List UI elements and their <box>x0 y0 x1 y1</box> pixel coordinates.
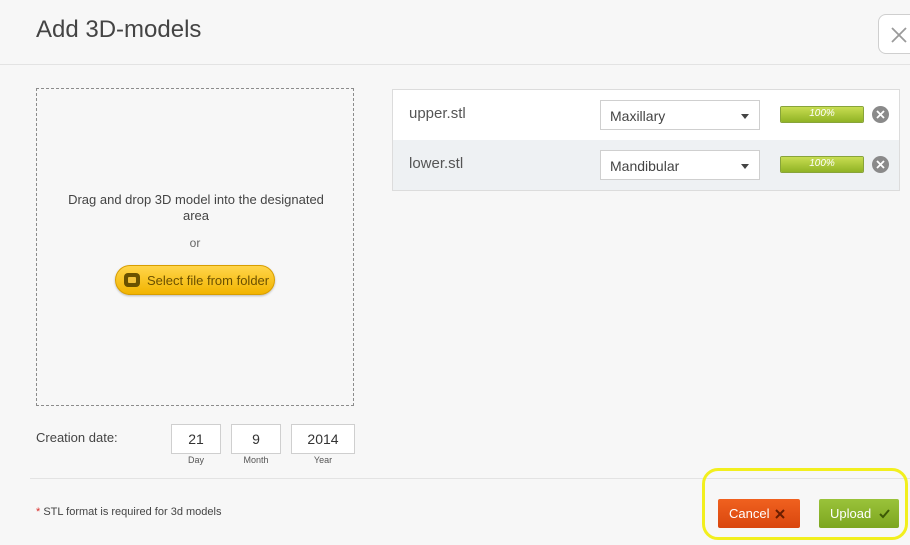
upload-button[interactable]: Upload <box>819 499 899 528</box>
day-input[interactable]: 21 <box>171 424 221 454</box>
month-caption: Month <box>243 455 269 465</box>
jaw-type-value: Mandibular <box>610 158 680 174</box>
jaw-type-value: Maxillary <box>610 108 666 124</box>
folder-icon <box>124 273 140 287</box>
jaw-type-select[interactable]: Maxillary <box>600 100 760 130</box>
year-caption: Year <box>313 455 333 465</box>
day-caption: Day <box>187 455 204 465</box>
or-separator: or <box>189 236 201 250</box>
drop-instruction: Drag and drop 3D model into the designat… <box>68 192 324 223</box>
uploaded-files-list: upper.stl Maxillary 100% lower.stl Mandi… <box>392 89 900 191</box>
remove-file-button[interactable] <box>872 106 889 123</box>
remove-file-button[interactable] <box>872 156 889 173</box>
chevron-down-icon <box>741 164 749 169</box>
cancel-label: Cancel <box>729 506 770 521</box>
dialog-title: Add 3D-models <box>36 16 202 43</box>
file-name: lower.stl <box>409 155 464 172</box>
checkmark-icon <box>879 509 890 519</box>
remove-circle-icon <box>876 160 885 169</box>
upload-progress-bar: 100% <box>780 156 864 173</box>
upload-progress-label: 100% <box>809 108 835 119</box>
format-note-text: STL format is required for 3d models <box>40 506 222 518</box>
file-name: upper.stl <box>409 105 466 122</box>
close-button[interactable] <box>878 14 910 54</box>
cancel-button[interactable]: Cancel <box>718 499 800 528</box>
format-requirement-note: * STL format is required for 3d models <box>36 506 221 518</box>
file-row: upper.stl Maxillary 100% <box>393 90 899 140</box>
upload-progress-bar: 100% <box>780 106 864 123</box>
x-icon <box>775 509 785 519</box>
jaw-type-select[interactable]: Mandibular <box>600 150 760 180</box>
upload-progress-label: 100% <box>809 158 835 169</box>
remove-circle-icon <box>876 110 885 119</box>
dialog-header: Add 3D-models <box>0 0 910 65</box>
select-file-button[interactable]: Select file from folder <box>115 265 275 295</box>
month-input[interactable]: 9 <box>231 424 281 454</box>
chevron-down-icon <box>741 114 749 119</box>
close-icon <box>891 27 907 43</box>
file-row: lower.stl Mandibular 100% <box>393 140 899 190</box>
creation-date-label: Creation date: <box>36 430 118 445</box>
file-drop-zone[interactable]: Drag and drop 3D model into the designat… <box>36 88 354 406</box>
year-input[interactable]: 2014 <box>291 424 355 454</box>
upload-label: Upload <box>830 506 872 521</box>
select-file-label: Select file from folder <box>147 273 270 288</box>
add-3d-models-dialog: Add 3D-models Drag and drop 3D model int… <box>0 0 910 545</box>
